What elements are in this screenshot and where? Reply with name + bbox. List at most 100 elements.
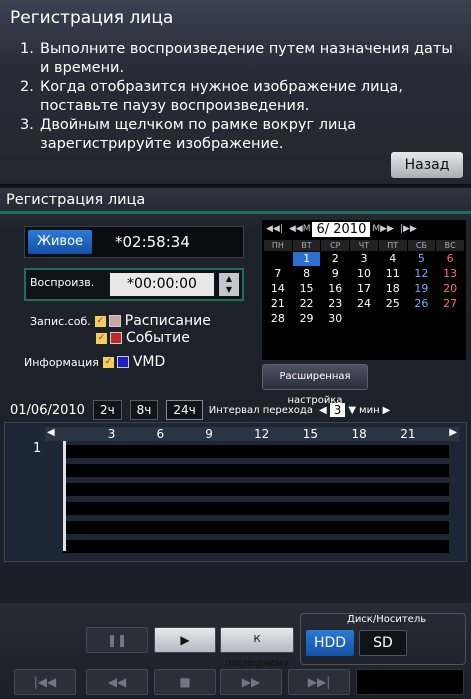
status-display [356, 669, 464, 695]
stop-icon: ■ [179, 675, 191, 689]
help-item: 3. Двойным щелчком по рамке вокруг лица з… [20, 117, 357, 152]
rewind-button[interactable]: ◀◀ [86, 669, 148, 695]
calendar-day[interactable]: 25 [378, 297, 407, 311]
next-year-icon[interactable]: |▶▶ [400, 224, 417, 234]
time-spinner[interactable]: ▲ ▼ [219, 273, 239, 296]
interval-left-icon[interactable]: ◀ [319, 405, 327, 416]
zoom-8h-button[interactable]: 8ч [129, 400, 159, 420]
calendar-day[interactable]: 3 [350, 252, 378, 266]
interval-control: ◀ 3 ▼ мин ▶ [319, 403, 390, 417]
timeline-track[interactable] [63, 540, 449, 553]
dropdown-icon[interactable]: ▼ [348, 405, 356, 416]
checkbox-icon[interactable]: ✓ [94, 315, 106, 327]
calendar-day[interactable]: 12 [407, 267, 436, 281]
prev-month-icon[interactable]: ◀◀M [289, 224, 311, 234]
live-time: *02:58:34 [115, 233, 190, 251]
channel-label: 1 [33, 441, 42, 456]
calendar-day[interactable]: 23 [321, 297, 350, 311]
zoom-24h-button[interactable]: 24ч [166, 400, 203, 420]
next-month-icon[interactable]: M▶▶ [372, 224, 394, 234]
timeline-track[interactable] [63, 521, 449, 534]
timeline-track[interactable] [63, 445, 449, 458]
play-button[interactable]: ▶ [154, 627, 216, 653]
skip-forward-button[interactable]: ▶▶| [288, 669, 350, 695]
sd-button[interactable]: SD [359, 630, 407, 656]
help-panel: Регистрация лица 1. Выполните воспроизвед… [0, 0, 471, 186]
calendar-day[interactable]: 22 [292, 297, 321, 311]
back-button[interactable]: Назад [391, 152, 463, 178]
calendar-day[interactable]: 6 [436, 252, 464, 266]
calendar-day[interactable]: 19 [407, 282, 436, 296]
vmd-swatch [116, 356, 129, 368]
calendar-day[interactable]: 30 [321, 312, 350, 326]
calendar-day[interactable]: 29 [292, 312, 321, 326]
interval-label: Интервал перехода [208, 404, 313, 416]
calendar-weekday: СБ [407, 240, 436, 251]
skip-back-button[interactable]: |◀◀ [14, 669, 76, 695]
calendar-day[interactable]: 1 [292, 252, 321, 266]
help-instructions: 1. Выполните воспроизведение путем назнач… [20, 40, 460, 154]
fast-forward-icon: ▶▶ [241, 675, 261, 689]
ruler-left-icon[interactable]: ◀ [47, 427, 55, 438]
calendar-day [264, 252, 292, 266]
calendar-day[interactable]: 2 [321, 252, 350, 266]
calendar-day[interactable]: 5 [407, 252, 436, 266]
stop-button[interactable]: ■ [154, 669, 216, 695]
zoom-2h-button[interactable]: 2ч [92, 400, 122, 420]
playback-time-field[interactable]: *00:00:00 [110, 273, 214, 296]
calendar-day[interactable]: 15 [292, 282, 321, 296]
calendar-day[interactable]: 20 [436, 282, 464, 296]
calendar-day[interactable]: 7 [264, 267, 292, 281]
playback-label[interactable]: Воспроизв. [30, 276, 94, 289]
calendar-day[interactable]: 8 [292, 267, 321, 281]
registration-panel: Регистрация лица Живое *02:58:34 Воспрои… [0, 188, 471, 603]
calendar-day[interactable]: 18 [378, 282, 407, 296]
to-last-button[interactable]: К последнему [220, 627, 294, 669]
checkbox-icon[interactable]: ✓ [102, 356, 114, 368]
live-button[interactable]: Живое [28, 230, 92, 254]
forward-button[interactable]: ▶▶ [220, 669, 282, 695]
rewind-icon: ◀◀ [107, 675, 127, 689]
interval-value[interactable]: 3 [329, 403, 346, 417]
calendar-day [407, 312, 436, 326]
spin-up-icon[interactable]: ▲ [219, 273, 239, 284]
spin-down-icon[interactable]: ▼ [219, 284, 239, 295]
timeline-track[interactable] [63, 464, 449, 477]
interval-right-icon[interactable]: ▶ [383, 405, 391, 416]
timeline-track[interactable] [63, 502, 449, 515]
timeline-track[interactable] [63, 483, 449, 496]
legend-schedule: Запис.соб. ✓ Расписание [30, 313, 211, 329]
checkbox-icon[interactable]: ✓ [96, 332, 107, 344]
calendar-day[interactable]: 10 [350, 267, 378, 281]
calendar-day[interactable]: 17 [350, 282, 378, 296]
calendar-day[interactable]: 14 [264, 282, 292, 296]
calendar-day [436, 312, 464, 326]
event-swatch [110, 332, 122, 344]
calendar-day [350, 312, 378, 326]
calendar-day[interactable]: 9 [321, 267, 350, 281]
calendar-day[interactable]: 28 [264, 312, 292, 326]
calendar-day[interactable]: 24 [350, 297, 378, 311]
calendar-weekday: ВС [436, 240, 464, 251]
calendar-day[interactable]: 4 [378, 252, 407, 266]
ruler-right-icon[interactable]: ▶ [449, 427, 457, 438]
ruler-tick-label: 12 [254, 427, 270, 441]
advanced-settings-button[interactable]: Расширенная настройка [262, 364, 368, 406]
calendar-day[interactable]: 11 [378, 267, 407, 281]
playback-box: Воспроизв. *00:00:00 ▲ ▼ [24, 268, 244, 301]
title-divider [0, 211, 471, 214]
event-label: Событие [126, 330, 190, 346]
calendar-day[interactable]: 21 [264, 297, 292, 311]
calendar-nav: ◀◀| ◀◀M 6/ 2010 M▶▶ |▶▶ [262, 220, 466, 238]
calendar-day[interactable]: 26 [407, 297, 436, 311]
ruler-tick-label: 15 [302, 427, 319, 441]
prev-year-icon[interactable]: ◀◀| [266, 224, 283, 234]
pause-button[interactable]: ❚❚ [86, 627, 148, 653]
calendar-day[interactable]: 27 [436, 297, 464, 311]
calendar-day[interactable]: 16 [321, 282, 350, 296]
calendar-day[interactable]: 13 [436, 267, 464, 281]
calendar-grid: ПН ВТ СР ЧТ ПТ СБ ВС 1 2 3 4 5 6 7 8 9 10 11 12 13 14 15 16 17 1… [264, 240, 464, 326]
timeline-cursor[interactable] [63, 441, 66, 551]
hdd-button[interactable]: HDD [306, 630, 354, 656]
ruler-tick-label: 9 [205, 427, 213, 441]
